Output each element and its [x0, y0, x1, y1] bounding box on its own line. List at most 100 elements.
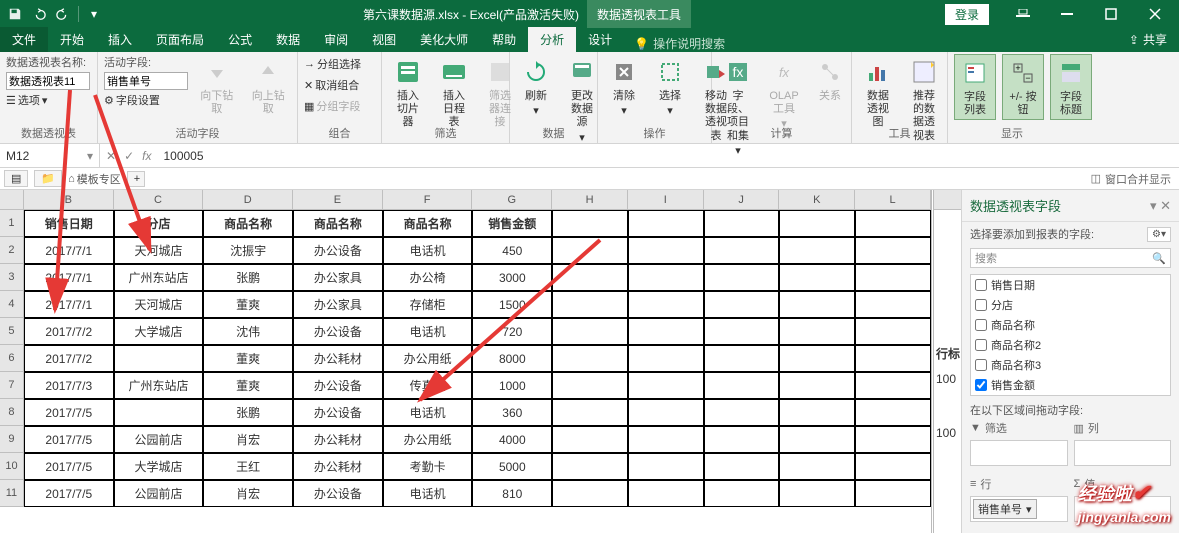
table-cell[interactable]: 2017/7/3	[24, 372, 114, 399]
row-number[interactable]: 4	[0, 291, 24, 318]
col-header[interactable]: D	[203, 190, 293, 209]
login-button[interactable]: 登录	[945, 4, 989, 25]
tab-home[interactable]: 开始	[48, 27, 96, 52]
tell-me-search[interactable]: 💡 操作说明搜索	[624, 35, 735, 52]
table-cell[interactable]: 2017/7/5	[24, 480, 114, 507]
col-header[interactable]: E	[293, 190, 383, 209]
table-header[interactable]: 商品名称	[293, 210, 383, 237]
clear-button[interactable]: 清除▾	[604, 54, 644, 120]
table-header[interactable]: 分店	[114, 210, 204, 237]
table-cell[interactable]: 办公用纸	[383, 426, 473, 453]
table-cell[interactable]: 办公设备	[293, 237, 383, 264]
table-cell[interactable]: 1000	[472, 372, 552, 399]
redo-icon[interactable]	[52, 3, 74, 25]
tab-layout[interactable]: 页面布局	[144, 27, 216, 52]
maximize-icon[interactable]	[1091, 3, 1131, 25]
field-checkbox[interactable]	[975, 359, 987, 371]
row-number[interactable]: 3	[0, 264, 24, 291]
table-cell[interactable]: 办公设备	[293, 318, 383, 345]
table-cell[interactable]: 电话机	[383, 399, 473, 426]
col-header[interactable]: I	[628, 190, 704, 209]
ungroup-button[interactable]: ✕取消组合	[304, 75, 361, 95]
table-cell[interactable]: 肖宏	[203, 480, 293, 507]
table-cell[interactable]: 2017/7/1	[24, 291, 114, 318]
qat-customize-icon[interactable]: ▾	[83, 3, 105, 25]
tab-formula[interactable]: 公式	[216, 27, 264, 52]
table-cell[interactable]: 电话机	[383, 237, 473, 264]
table-cell[interactable]: 大学城店	[114, 318, 204, 345]
tab-analyze[interactable]: 分析	[528, 27, 576, 52]
active-field-input[interactable]	[104, 72, 188, 90]
select-all-corner[interactable]	[0, 190, 24, 209]
fx-icon[interactable]: fx	[142, 149, 151, 163]
share-button[interactable]: ⇪ 共享	[1117, 27, 1179, 52]
tab-file[interactable]: 文件	[0, 27, 48, 52]
col-header[interactable]: C	[114, 190, 204, 209]
tab-help[interactable]: 帮助	[480, 27, 528, 52]
table-header[interactable]: 商品名称	[383, 210, 473, 237]
table-cell[interactable]: 公园前店	[114, 480, 204, 507]
accept-formula-icon[interactable]: ✓	[124, 149, 134, 163]
insert-slicer-button[interactable]: 插入切片器	[388, 54, 428, 132]
table-cell[interactable]: 沈伟	[203, 318, 293, 345]
tab-review[interactable]: 审阅	[312, 27, 360, 52]
plusminus-button[interactable]: +−+/- 按钮	[1002, 54, 1044, 120]
table-cell[interactable]: 720	[472, 318, 552, 345]
row-number[interactable]: 9	[0, 426, 24, 453]
field-checkbox[interactable]	[975, 339, 987, 351]
table-cell[interactable]: 电话机	[383, 480, 473, 507]
table-cell[interactable]: 办公家具	[293, 291, 383, 318]
table-cell[interactable]: 肖宏	[203, 426, 293, 453]
col-header[interactable]: K	[779, 190, 855, 209]
field-search-input[interactable]: 搜索 🔍	[970, 248, 1171, 268]
gear-icon[interactable]: ⚙▾	[1147, 227, 1171, 242]
filter-area[interactable]	[970, 440, 1068, 466]
rows-area[interactable]: 销售单号▾	[970, 496, 1068, 522]
table-header[interactable]: 销售日期	[24, 210, 114, 237]
select-button[interactable]: 选择▾	[650, 54, 690, 120]
table-cell[interactable]: 董爽	[203, 372, 293, 399]
table-cell[interactable]: 办公家具	[293, 264, 383, 291]
table-cell[interactable]: 2017/7/1	[24, 264, 114, 291]
cancel-formula-icon[interactable]: ✕	[106, 149, 116, 163]
table-cell[interactable]: 360	[472, 399, 552, 426]
field-list-button[interactable]: 字段列表	[954, 54, 996, 120]
table-cell[interactable]: 考勤卡	[383, 453, 473, 480]
col-header[interactable]: B	[24, 190, 114, 209]
table-cell[interactable]: 3000	[472, 264, 552, 291]
table-cell[interactable]: 天河城店	[114, 291, 204, 318]
table-cell[interactable]: 办公用纸	[383, 345, 473, 372]
close-pane-icon[interactable]: ▾ ✕	[1150, 198, 1171, 214]
table-cell[interactable]: 董爽	[203, 345, 293, 372]
table-header[interactable]: 销售金额	[472, 210, 552, 237]
add-tab-button[interactable]: +	[127, 171, 145, 187]
window-merge-toggle[interactable]: ◫窗口合并显示	[1091, 171, 1179, 187]
tab-beautify[interactable]: 美化大师	[408, 27, 480, 52]
minimize-icon[interactable]	[1047, 3, 1087, 25]
table-cell[interactable]: 张鹏	[203, 264, 293, 291]
table-cell[interactable]: 2017/7/2	[24, 345, 114, 372]
table-cell[interactable]: 张鹏	[203, 399, 293, 426]
template-tab[interactable]: ⌂模板专区	[68, 171, 121, 187]
cols-area[interactable]	[1074, 440, 1172, 466]
insert-timeline-button[interactable]: 插入日程表	[434, 54, 474, 132]
field-list-item[interactable]: 商品名称2	[971, 335, 1170, 355]
table-cell[interactable]: 2017/7/5	[24, 426, 114, 453]
row-number[interactable]: 5	[0, 318, 24, 345]
table-cell[interactable]: 办公设备	[293, 372, 383, 399]
table-cell[interactable]: 广州东站店	[114, 264, 204, 291]
field-checkbox[interactable]	[975, 379, 987, 391]
formula-bar[interactable]: 100005	[157, 149, 209, 163]
field-checkbox[interactable]	[975, 279, 987, 291]
tab-data[interactable]: 数据	[264, 27, 312, 52]
field-list-item[interactable]: 分店	[971, 295, 1170, 315]
row-number[interactable]: 8	[0, 399, 24, 426]
field-list-item[interactable]: 商品名称3	[971, 355, 1170, 375]
table-cell[interactable]: 810	[472, 480, 552, 507]
table-header[interactable]: 商品名称	[203, 210, 293, 237]
table-cell[interactable]: 办公椅	[383, 264, 473, 291]
table-cell[interactable]: 沈振宇	[203, 237, 293, 264]
field-headers-button[interactable]: 字段标题	[1050, 54, 1092, 120]
table-cell[interactable]: 传真机	[383, 372, 473, 399]
table-cell[interactable]: 公园前店	[114, 426, 204, 453]
